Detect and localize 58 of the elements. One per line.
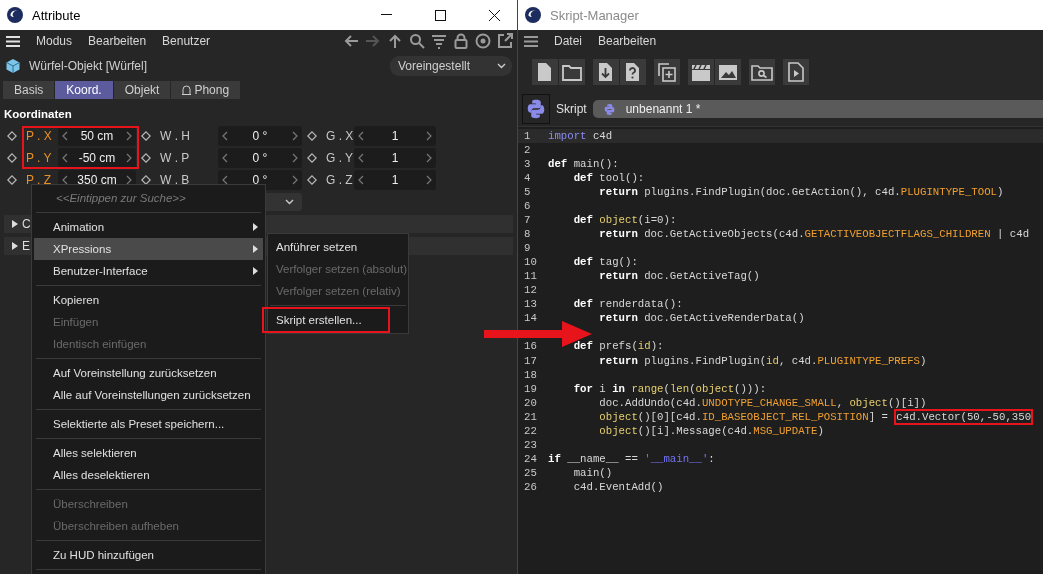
window-title: Skript-Manager (550, 7, 640, 23)
code-line: def object(i=0): (572, 214, 677, 227)
code-line: return doc.GetActiveTag() (598, 270, 760, 283)
code-line: def tool(): (572, 172, 645, 185)
code-line: def prefs(id): (572, 340, 664, 353)
line-number: 12 (523, 284, 538, 297)
line-number: 11 (523, 270, 538, 283)
parameter-label: G . Z (325, 172, 352, 189)
script-label: Skript (556, 102, 587, 116)
code-line: doc.AddUndo(c4d.UNDOTYPE_CHANGE_SMALL, object()[i]) (598, 396, 927, 409)
code-line: def tag(): (572, 256, 638, 269)
line-number: 10 (523, 256, 538, 269)
line-number: 24 (523, 452, 538, 465)
line-number: 6 (523, 200, 532, 213)
code-line: object()[0][c4d.ID_BASEOBJECT_REL_POSITION] = c4d.Vector(50,-50,350 (598, 410, 1032, 423)
line-number: 2 (523, 144, 532, 157)
parameter-label: P . Z (25, 172, 53, 189)
line-number: 3 (523, 158, 532, 171)
line-number: 22 (523, 424, 538, 437)
parameter-label: P . X (25, 128, 53, 145)
line-number: 4 (523, 172, 532, 185)
code-line: return doc.GetActiveObjects(c4d.GETACTIVEOBJECTFLAGS_CHILDREN | c4d (598, 228, 1030, 241)
code-line: if __name__ == '__main__': (548, 452, 715, 465)
line-number: 16 (523, 340, 538, 353)
code-line: for i in range(len(object())): (572, 382, 767, 395)
parameter-label: W . B (159, 172, 191, 189)
line-number: 21 (523, 410, 538, 423)
code-line: c4d.EventAdd() (572, 480, 664, 493)
section-title: Koordinaten (3, 107, 73, 122)
line-number: 13 (523, 298, 538, 311)
line-number: 14 (523, 312, 538, 325)
line-number: 26 (523, 480, 538, 493)
code-line: import c4d (548, 130, 613, 142)
line-number: 25 (523, 466, 538, 479)
code-line: return doc.GetActiveRenderData() (598, 312, 805, 325)
code-line: def renderdata(): (572, 298, 683, 311)
line-number: 1 (523, 130, 532, 142)
line-number: 5 (523, 186, 532, 199)
parameter-label: P . Y (25, 150, 53, 167)
parameter-label: G . X (325, 128, 352, 145)
line-number: 20 (523, 396, 538, 409)
parameter-label: G . Y (325, 150, 352, 167)
line-number: 23 (523, 438, 538, 451)
parameter-label: W . P (159, 150, 191, 167)
line-number: 18 (523, 368, 538, 381)
line-number: 19 (523, 382, 538, 395)
line-number: 8 (523, 228, 532, 241)
code-line: return plugins.FindPlugin(id, c4d.PLUGINTYPE_PREFS) (598, 354, 927, 367)
parameter-label: W . H (159, 128, 191, 145)
code-line: def main(): (548, 158, 619, 171)
code-line: object()[i].Message(c4d.MSG_UPDATE) (598, 424, 824, 437)
window-title: Attribute (32, 7, 82, 23)
line-number: 9 (523, 242, 532, 255)
code-line: return plugins.FindPlugin(doc.GetAction(), c4d.PLUGINTYPE_TOOL) (598, 186, 1004, 199)
line-number: 17 (523, 354, 538, 367)
line-number: 7 (523, 214, 532, 227)
object-title: Würfel-Objekt [Würfel] (29, 59, 149, 73)
code-line: main() (572, 466, 613, 479)
